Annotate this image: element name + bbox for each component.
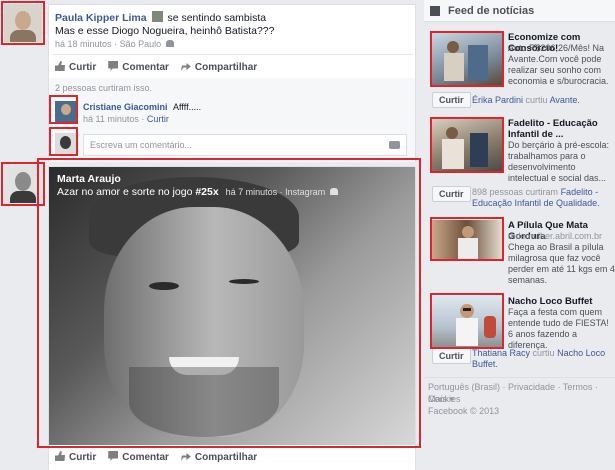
ad-social-name[interactable]: Érika Pardini — [472, 95, 523, 105]
comment-input[interactable]: Escreva um comentário... — [83, 134, 407, 156]
like-page-button[interactable]: Curtir — [432, 92, 471, 108]
share-icon — [180, 453, 191, 461]
post-via[interactable]: Instagram — [285, 187, 325, 197]
footer-terms[interactable]: Termos — [563, 382, 593, 392]
sidebar: Feed de notícias Economize com Consórcio… — [424, 0, 615, 470]
post-time[interactable]: há 7 minutos — [226, 187, 278, 197]
post-text: Azar no amor e sorte no jogo — [57, 186, 193, 198]
comment-icon — [108, 61, 119, 71]
avatar-current-user — [55, 133, 77, 155]
likes-summary[interactable]: 2 pessoas curtiram isso. — [55, 83, 152, 93]
comment-button[interactable]: Comentar — [108, 61, 169, 73]
ad-desc: Do berçário à pré-escola: trabalhamos pa… — [508, 140, 610, 183]
post-photo[interactable] — [49, 167, 415, 445]
ad-social-text: curtiu — [532, 348, 555, 358]
sidebar-title[interactable]: Feed de notícias — [448, 5, 534, 17]
comment-icon — [108, 451, 119, 461]
like-page-button[interactable]: Curtir — [432, 348, 471, 364]
ad-social-text: curtiu — [525, 95, 548, 105]
avatar-marta[interactable] — [4, 165, 42, 203]
ad-image[interactable] — [432, 220, 502, 260]
ad-image[interactable] — [432, 296, 502, 348]
friends-icon — [165, 40, 174, 47]
post-time[interactable]: há 18 minutos — [55, 39, 112, 49]
post-card-paula: Paula Kipper Lima se sentindo sambista M… — [48, 4, 416, 162]
post-location[interactable]: São Paulo — [120, 39, 162, 49]
ad-image[interactable] — [432, 119, 502, 171]
avatar-cristiane[interactable] — [55, 101, 77, 123]
like-icon — [55, 61, 65, 71]
comment-author[interactable]: Cristiane Giacomini — [83, 102, 168, 112]
post-feeling: se sentindo sambista — [167, 12, 267, 24]
like-button[interactable]: Curtir — [55, 61, 96, 73]
share-icon — [180, 63, 191, 71]
post-author[interactable]: Marta Araujo — [57, 173, 121, 185]
friends-icon — [329, 188, 338, 195]
post-author[interactable]: Paula Kipper Lima — [55, 12, 147, 24]
ad-desc: Auto R$206,26/Mês! Na Avante.Com você po… — [508, 43, 609, 86]
feeling-icon — [151, 11, 163, 22]
like-page-button[interactable]: Curtir — [432, 186, 471, 202]
ad-image[interactable] — [432, 33, 502, 85]
ad-social-text: 898 pessoas curtiram — [472, 187, 559, 197]
camera-icon[interactable] — [389, 141, 400, 149]
comment-text: Affff..... — [173, 102, 202, 112]
comment-time[interactable]: há 11 minutos — [83, 114, 139, 124]
post-card-marta: Marta Araujo Azar no amor e sorte no jog… — [48, 166, 416, 470]
comment-like-link[interactable]: Curtir — [147, 114, 169, 124]
ad-social-page[interactable]: Avante. — [550, 95, 580, 105]
comment-button[interactable]: Comentar — [108, 451, 169, 463]
post-hashtag[interactable]: #25x — [195, 186, 218, 198]
ad-title[interactable]: Nacho Loco Buffet — [508, 296, 615, 307]
avatar-paula[interactable] — [4, 4, 42, 42]
ad-desc: Chega ao Brasil a pílula milagrosa que f… — [508, 242, 615, 285]
news-feed-icon — [430, 6, 440, 16]
comment-placeholder: Escreva um comentário... — [90, 140, 193, 150]
ad-title[interactable]: Fadelito - Educação Infantil de ... — [508, 118, 615, 140]
like-icon — [55, 451, 65, 461]
post-text: Mas e esse Diogo Nogueira, heinhô Batist… — [55, 25, 275, 37]
footer-more[interactable]: Mais — [428, 394, 447, 404]
ad-desc: Faça a festa com quem entende tudo de FI… — [508, 307, 609, 350]
like-button[interactable]: Curtir — [55, 451, 96, 463]
ad-item: A Pílula Que Mata Gordura mdemulher.abri… — [424, 216, 615, 290]
footer-privacy[interactable]: Privacidade — [508, 382, 555, 392]
ad-item: Economize com Consórcio! Auto R$206,26/M… — [424, 28, 615, 114]
ad-item: Fadelito - Educação Infantil de ... Do b… — [424, 114, 615, 214]
footer-language[interactable]: Português (Brasil) — [428, 382, 500, 392]
ad-item: Nacho Loco Buffet Faça a festa com quem … — [424, 292, 615, 378]
ad-social-name[interactable]: Thatiana Racy — [472, 348, 530, 358]
footer-copyright: Facebook © 2013 — [428, 406, 500, 416]
share-button[interactable]: Compartilhar — [180, 61, 257, 73]
share-button[interactable]: Compartilhar — [180, 451, 257, 463]
ad-source: mdemulher.abril.com.br — [508, 231, 603, 241]
